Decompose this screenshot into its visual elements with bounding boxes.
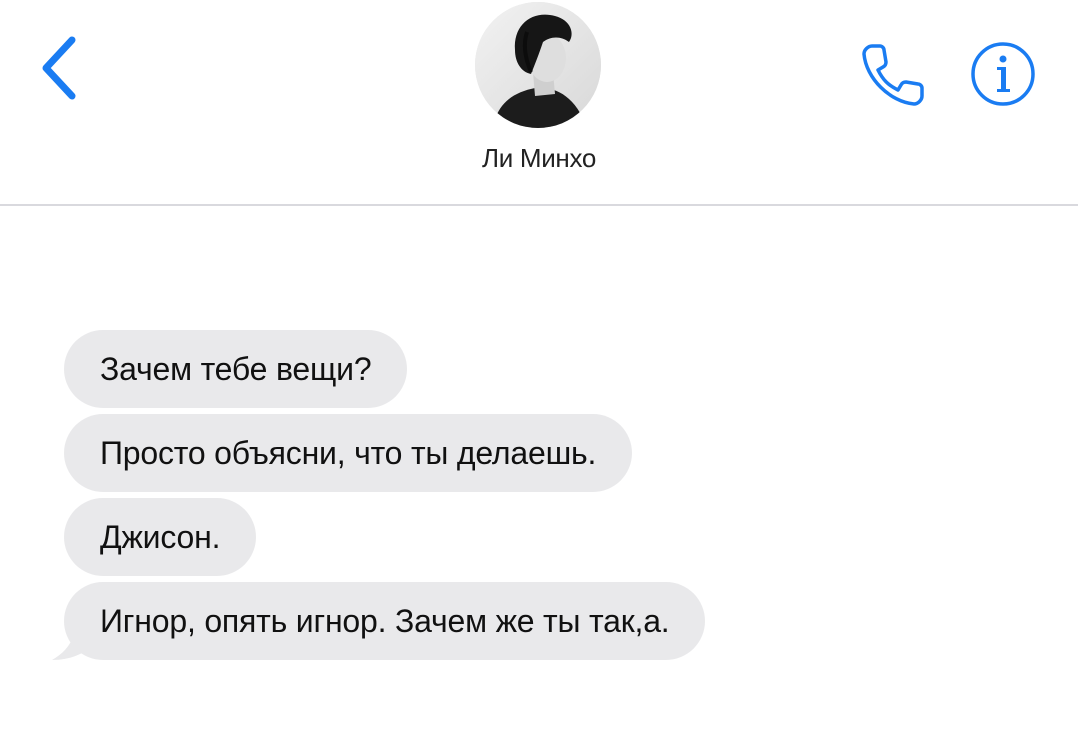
contact-name[interactable]: Ли Минхо bbox=[389, 143, 689, 174]
call-button[interactable] bbox=[858, 38, 930, 110]
contact-avatar[interactable] bbox=[475, 2, 601, 128]
message-bubble-incoming[interactable]: Джисон. bbox=[64, 498, 257, 576]
messages-screen: Ли Минхо Зачем тебе вещи? Просто объясни… bbox=[0, 0, 1078, 754]
back-button[interactable] bbox=[36, 34, 84, 102]
message-text: Просто объясни, что ты делаешь. bbox=[100, 434, 597, 471]
message-text: Игнор, опять игнор. Зачем же ты так,а. bbox=[100, 602, 670, 639]
avatar-photo bbox=[475, 2, 601, 128]
message-text: Зачем тебе вещи? bbox=[100, 350, 372, 387]
message-thread[interactable]: Зачем тебе вещи? Просто объясни, что ты … bbox=[0, 206, 1078, 754]
chevron-left-icon bbox=[42, 36, 76, 100]
message-bubble-incoming[interactable]: Игнор, опять игнор. Зачем же ты так,а. bbox=[64, 582, 706, 660]
message-bubble-incoming[interactable]: Зачем тебе вещи? bbox=[64, 330, 408, 408]
conversation-header: Ли Минхо bbox=[0, 0, 1078, 204]
message-bubble-incoming[interactable]: Просто объясни, что ты делаешь. bbox=[64, 414, 633, 492]
phone-icon bbox=[862, 44, 924, 106]
info-button[interactable] bbox=[969, 40, 1037, 108]
info-icon bbox=[971, 42, 1035, 106]
message-text: Джисон. bbox=[100, 518, 221, 555]
